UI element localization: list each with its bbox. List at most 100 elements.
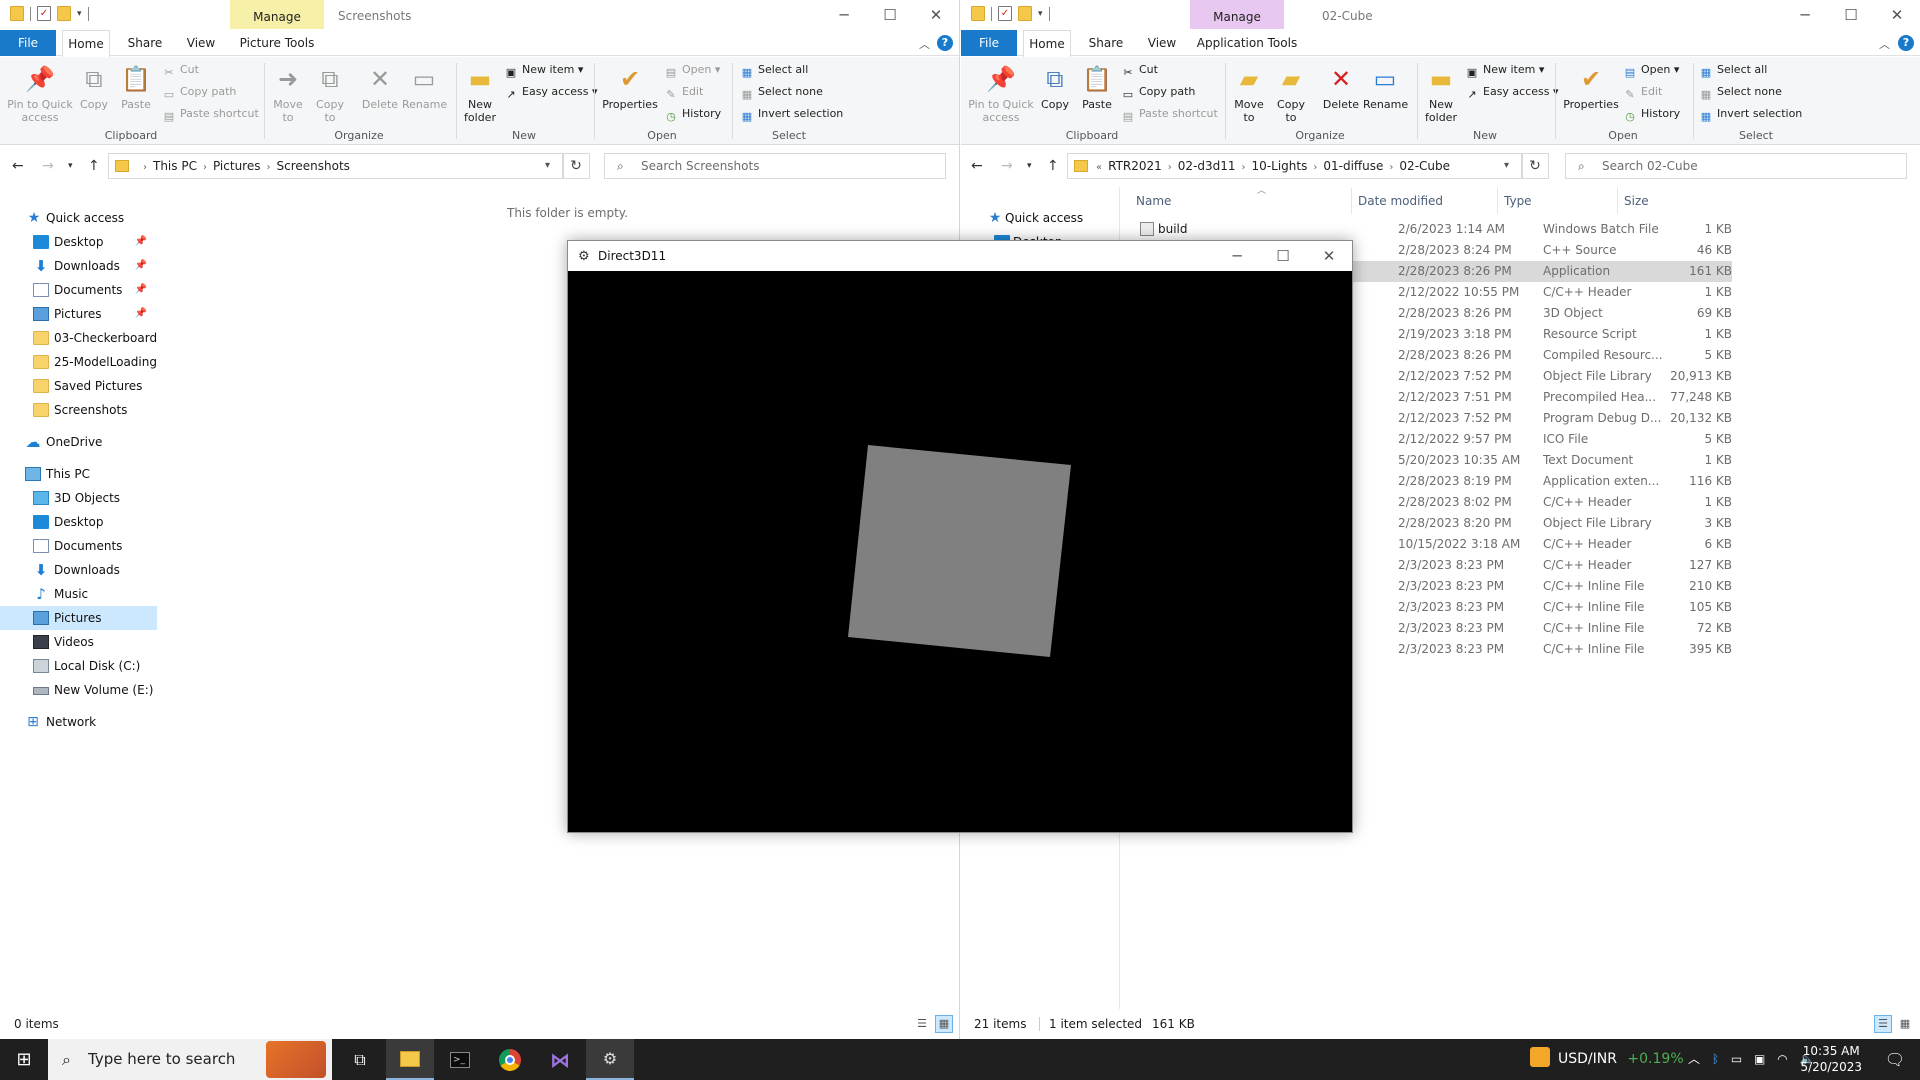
new-folder-button[interactable]: ▬ New folder: [462, 63, 498, 125]
direct3d-taskbar-button[interactable]: ⚙: [586, 1039, 634, 1080]
nav-downloads[interactable]: ⬇ Downloads 📌: [0, 254, 157, 278]
nav-desktop[interactable]: Desktop: [961, 230, 1118, 240]
nav-local-disk[interactable]: Local Disk (C:): [0, 654, 157, 678]
select-all-button[interactable]: ▦ Select all: [740, 61, 809, 79]
nav-screenshots[interactable]: Screenshots: [0, 398, 157, 422]
task-view-button[interactable]: ⧉: [336, 1039, 384, 1080]
nav-downloads-pc[interactable]: ⬇ Downloads: [0, 558, 157, 582]
tab-share[interactable]: Share: [1081, 30, 1131, 56]
help-icon[interactable]: ?: [1898, 35, 1914, 51]
history-button[interactable]: ◷ History: [664, 105, 721, 123]
properties-icon[interactable]: ✓: [998, 6, 1012, 21]
column-header-type[interactable]: Type: [1498, 188, 1618, 214]
cut-button[interactable]: ✂ Cut: [1121, 61, 1158, 79]
search-input[interactable]: ⌕ Search 02-Cube: [1565, 153, 1907, 179]
battery-icon[interactable]: ▭: [1731, 1052, 1742, 1066]
visual-studio-taskbar-button[interactable]: ⋈: [536, 1039, 584, 1080]
properties-icon[interactable]: ✓: [37, 6, 51, 21]
breadcrumb-item[interactable]: 10-Lights: [1252, 159, 1308, 173]
meet-now-icon[interactable]: ▣: [1754, 1052, 1765, 1066]
tab-share[interactable]: Share: [120, 30, 170, 56]
nav-quick-access[interactable]: ★ Quick access: [961, 206, 1118, 230]
minimize-icon[interactable]: ─: [821, 0, 867, 30]
nav-this-pc[interactable]: This PC: [0, 462, 157, 486]
new-folder-button[interactable]: ▬ New folder: [1423, 63, 1459, 125]
taskbar-search-input[interactable]: ⌕ Type here to search: [48, 1039, 332, 1080]
rename-button[interactable]: ▭ Rename: [1363, 63, 1408, 112]
minimize-icon[interactable]: ─: [1782, 0, 1828, 30]
easy-access-button[interactable]: ↗Easy access ▾: [504, 83, 597, 101]
nav-desktop-pc[interactable]: Desktop: [0, 510, 157, 534]
details-view-icon[interactable]: ☰: [913, 1015, 931, 1033]
select-none-button[interactable]: ▦ Select none: [740, 83, 823, 101]
minimize-icon[interactable]: ─: [1214, 241, 1260, 271]
nav-network[interactable]: ⊞ Network: [0, 710, 157, 734]
copy-path-button[interactable]: ▭ Copy path: [162, 83, 237, 101]
copy-to-button[interactable]: ▰ Copy to: [1273, 63, 1309, 125]
new-item-button[interactable]: ▣ New item ▾: [504, 61, 584, 79]
currency-ticker[interactable]: USD/INR +0.19%: [1530, 1039, 1684, 1080]
nav-desktop[interactable]: Desktop 📌: [0, 230, 157, 254]
terminal-taskbar-button[interactable]: >_: [436, 1039, 484, 1080]
breadcrumb-item[interactable]: 02-d3d11: [1178, 159, 1236, 173]
tab-file[interactable]: File: [961, 30, 1017, 56]
select-none-button[interactable]: ▦ Select none: [1699, 83, 1782, 101]
tab-home[interactable]: Home: [1023, 30, 1071, 57]
easy-access-button[interactable]: ↗Easy access ▾: [1465, 83, 1558, 101]
close-icon[interactable]: ✕: [913, 0, 959, 30]
back-icon[interactable]: ←: [12, 158, 24, 174]
bluetooth-icon[interactable]: ᛒ: [1712, 1052, 1719, 1066]
history-button[interactable]: ◷ History: [1623, 105, 1680, 123]
address-dropdown-icon[interactable]: ▾: [1504, 154, 1509, 178]
details-view-icon[interactable]: ☰: [1874, 1015, 1892, 1033]
nav-pictures-pc[interactable]: Pictures: [0, 606, 157, 630]
back-icon[interactable]: ←: [971, 158, 983, 174]
nav-03-checkerboard[interactable]: 03-Checkerboard: [0, 326, 157, 350]
recent-locations-icon[interactable]: ▾: [68, 161, 73, 171]
nav-videos[interactable]: Videos: [0, 630, 157, 654]
recent-locations-icon[interactable]: ▾: [1027, 161, 1032, 171]
copy-button[interactable]: ⧉ Copy: [78, 63, 110, 112]
nav-documents-pc[interactable]: Documents: [0, 534, 157, 558]
tab-file[interactable]: File: [0, 30, 56, 56]
tab-view[interactable]: View: [176, 30, 226, 56]
new-item-button[interactable]: ▣ New item ▾: [1465, 61, 1545, 79]
tab-picture-tools[interactable]: Picture Tools: [230, 30, 324, 56]
customize-toolbar-icon[interactable]: ▾: [77, 9, 82, 19]
start-button[interactable]: ⊞: [0, 1039, 48, 1080]
paste-button[interactable]: 📋 Paste: [1081, 63, 1113, 112]
paste-button[interactable]: 📋 Paste: [120, 63, 152, 112]
forward-icon[interactable]: →: [1001, 158, 1013, 174]
address-bar[interactable]: › This PC › Pictures › Screenshots ▾: [108, 153, 564, 179]
select-all-button[interactable]: ▦ Select all: [1699, 61, 1768, 79]
open-button[interactable]: ▤ Open ▾: [1623, 61, 1680, 79]
nav-saved-pictures[interactable]: Saved Pictures: [0, 374, 157, 398]
column-header-size[interactable]: Size: [1618, 188, 1694, 214]
tab-view[interactable]: View: [1137, 30, 1187, 56]
chevron-up-icon[interactable]: ︿: [919, 36, 930, 52]
invert-selection-button[interactable]: ▦ Invert selection: [740, 105, 843, 123]
customize-toolbar-icon[interactable]: ▾: [1038, 9, 1043, 19]
breadcrumb-item[interactable]: Pictures: [213, 159, 261, 173]
refresh-icon[interactable]: ↻: [562, 153, 590, 179]
chevron-up-icon[interactable]: ︿: [1879, 36, 1890, 52]
file-explorer-taskbar-button[interactable]: [386, 1039, 434, 1080]
column-header-date[interactable]: Date modified: [1352, 188, 1498, 214]
copy-to-button[interactable]: ⧉ Copy to: [312, 63, 348, 125]
edit-button[interactable]: ✎ Edit: [664, 83, 703, 101]
cut-button[interactable]: ✂ Cut: [162, 61, 199, 79]
nav-documents[interactable]: Documents 📌: [0, 278, 157, 302]
nav-quick-access[interactable]: ★ Quick access: [0, 206, 157, 230]
search-input[interactable]: ⌕ Search Screenshots: [604, 153, 946, 179]
large-icons-view-icon[interactable]: ▦: [935, 1015, 953, 1033]
copy-button[interactable]: ⧉ Copy: [1039, 63, 1071, 112]
address-bar[interactable]: «RTR2021 › 02-d3d11 › 10-Lights › 01-diffuse › 0…: [1067, 153, 1523, 179]
nav-onedrive[interactable]: ☁ OneDrive: [0, 430, 157, 454]
properties-button[interactable]: ✔ Properties: [1563, 63, 1619, 112]
paste-shortcut-button[interactable]: ▤ Paste shortcut: [1121, 105, 1218, 123]
table-row[interactable]: 2/6/2023 1:14 AM Windows Batch File 1 KB: [1132, 219, 1732, 240]
large-icons-view-icon[interactable]: ▦: [1896, 1015, 1914, 1033]
tab-manage[interactable]: Manage: [1190, 0, 1284, 29]
properties-button[interactable]: ✔ Properties: [602, 63, 658, 112]
chrome-taskbar-button[interactable]: [486, 1039, 534, 1080]
